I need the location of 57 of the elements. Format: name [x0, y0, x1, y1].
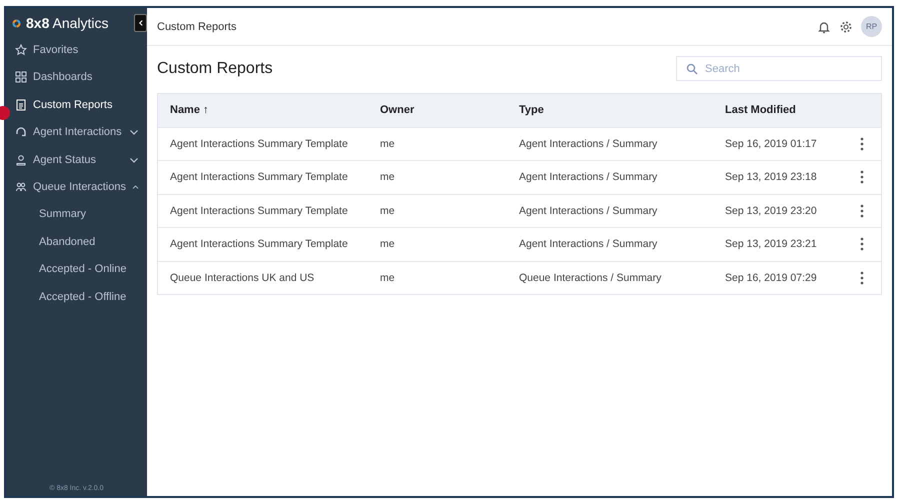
sidebar-item[interactable]: Queue Interactions: [6, 174, 147, 201]
column-header[interactable]: Type: [519, 104, 725, 116]
column-header[interactable]: Name ↑: [170, 104, 380, 116]
app-title: 8x8 Analytics: [26, 15, 108, 31]
table-cell-text: me: [380, 138, 396, 150]
table-cell-text: Sep 16, 2019 07:29: [725, 272, 818, 284]
table-cell-text: me: [380, 272, 396, 284]
group-icon: [15, 181, 27, 194]
grid-icon: [15, 71, 27, 84]
sidebar-subitem[interactable]: Summary: [6, 201, 147, 228]
table-cell-text: Sep 13, 2019 23:21: [725, 238, 818, 250]
table-cell-text: Agent Interactions Summary Template: [170, 171, 349, 184]
table-cell-text: Queue Interactions / Summary: [519, 272, 662, 284]
table-cell-text: Agent Interactions / Summary: [519, 238, 658, 250]
collapse-button[interactable]: [134, 14, 147, 32]
settings-icon[interactable]: [839, 20, 853, 34]
sidebar-subitem[interactable]: Abandoned: [6, 228, 147, 256]
column-header[interactable]: Last Modified: [725, 104, 843, 116]
sidebar-item[interactable]: Custom Reports: [6, 91, 147, 118]
search-field[interactable]: Search: [676, 56, 882, 81]
table-cell-text: Sep 13, 2019 23:20: [725, 204, 818, 217]
sidebar-item[interactable]: Favorites: [6, 36, 147, 64]
table-cell-text: Agent Interactions / Summary: [519, 171, 658, 184]
user-avatar[interactable]: RP: [861, 16, 882, 37]
table-cell-text: me: [380, 238, 396, 250]
column-header[interactable]: Owner: [380, 104, 519, 116]
page-title: Custom Reports: [157, 60, 273, 78]
sidebar-item[interactable]: Agent Interactions: [6, 118, 147, 146]
table-cell-text: me: [380, 171, 396, 184]
chevron-left-icon: [136, 19, 144, 27]
person-icon: [15, 154, 27, 166]
table-cell-text: me: [380, 204, 396, 217]
sidebar-item[interactable]: Dashboards: [6, 64, 147, 91]
star-icon: [15, 44, 27, 56]
more-icon[interactable]: [860, 136, 864, 151]
table-cell-text: Sep 16, 2019 01:17: [725, 138, 818, 150]
more-icon[interactable]: [860, 237, 864, 252]
more-icon[interactable]: [860, 204, 864, 218]
table-cell-text: Agent Interactions Summary Template: [170, 238, 349, 250]
marker-dot: [0, 106, 10, 120]
sidebar-item[interactable]: Agent Status: [6, 146, 147, 174]
bell-icon[interactable]: [817, 20, 831, 34]
table-cell-text: Agent Interactions Summary Template: [170, 138, 349, 150]
search-icon: [686, 62, 698, 74]
table-cell-text: Sep 13, 2019 23:18: [725, 171, 818, 184]
table-cell-text: Queue Interactions UK and US: [170, 272, 316, 284]
table-cell-text: Agent Interactions / Summary: [519, 138, 658, 150]
table-cell-text: Agent Interactions / Summary: [519, 204, 658, 217]
breadcrumb: Custom Reports: [157, 20, 236, 32]
logo-icon: [12, 18, 21, 28]
sidebar-subitem[interactable]: Accepted - Offline: [6, 284, 147, 311]
more-icon[interactable]: [860, 170, 864, 184]
headset-icon: [15, 126, 27, 138]
sidebar-subitem[interactable]: Accepted - Online: [6, 256, 147, 284]
more-icon[interactable]: [860, 270, 864, 285]
document-icon: [15, 98, 27, 111]
table-cell-text: Agent Interactions Summary Template: [170, 204, 349, 217]
